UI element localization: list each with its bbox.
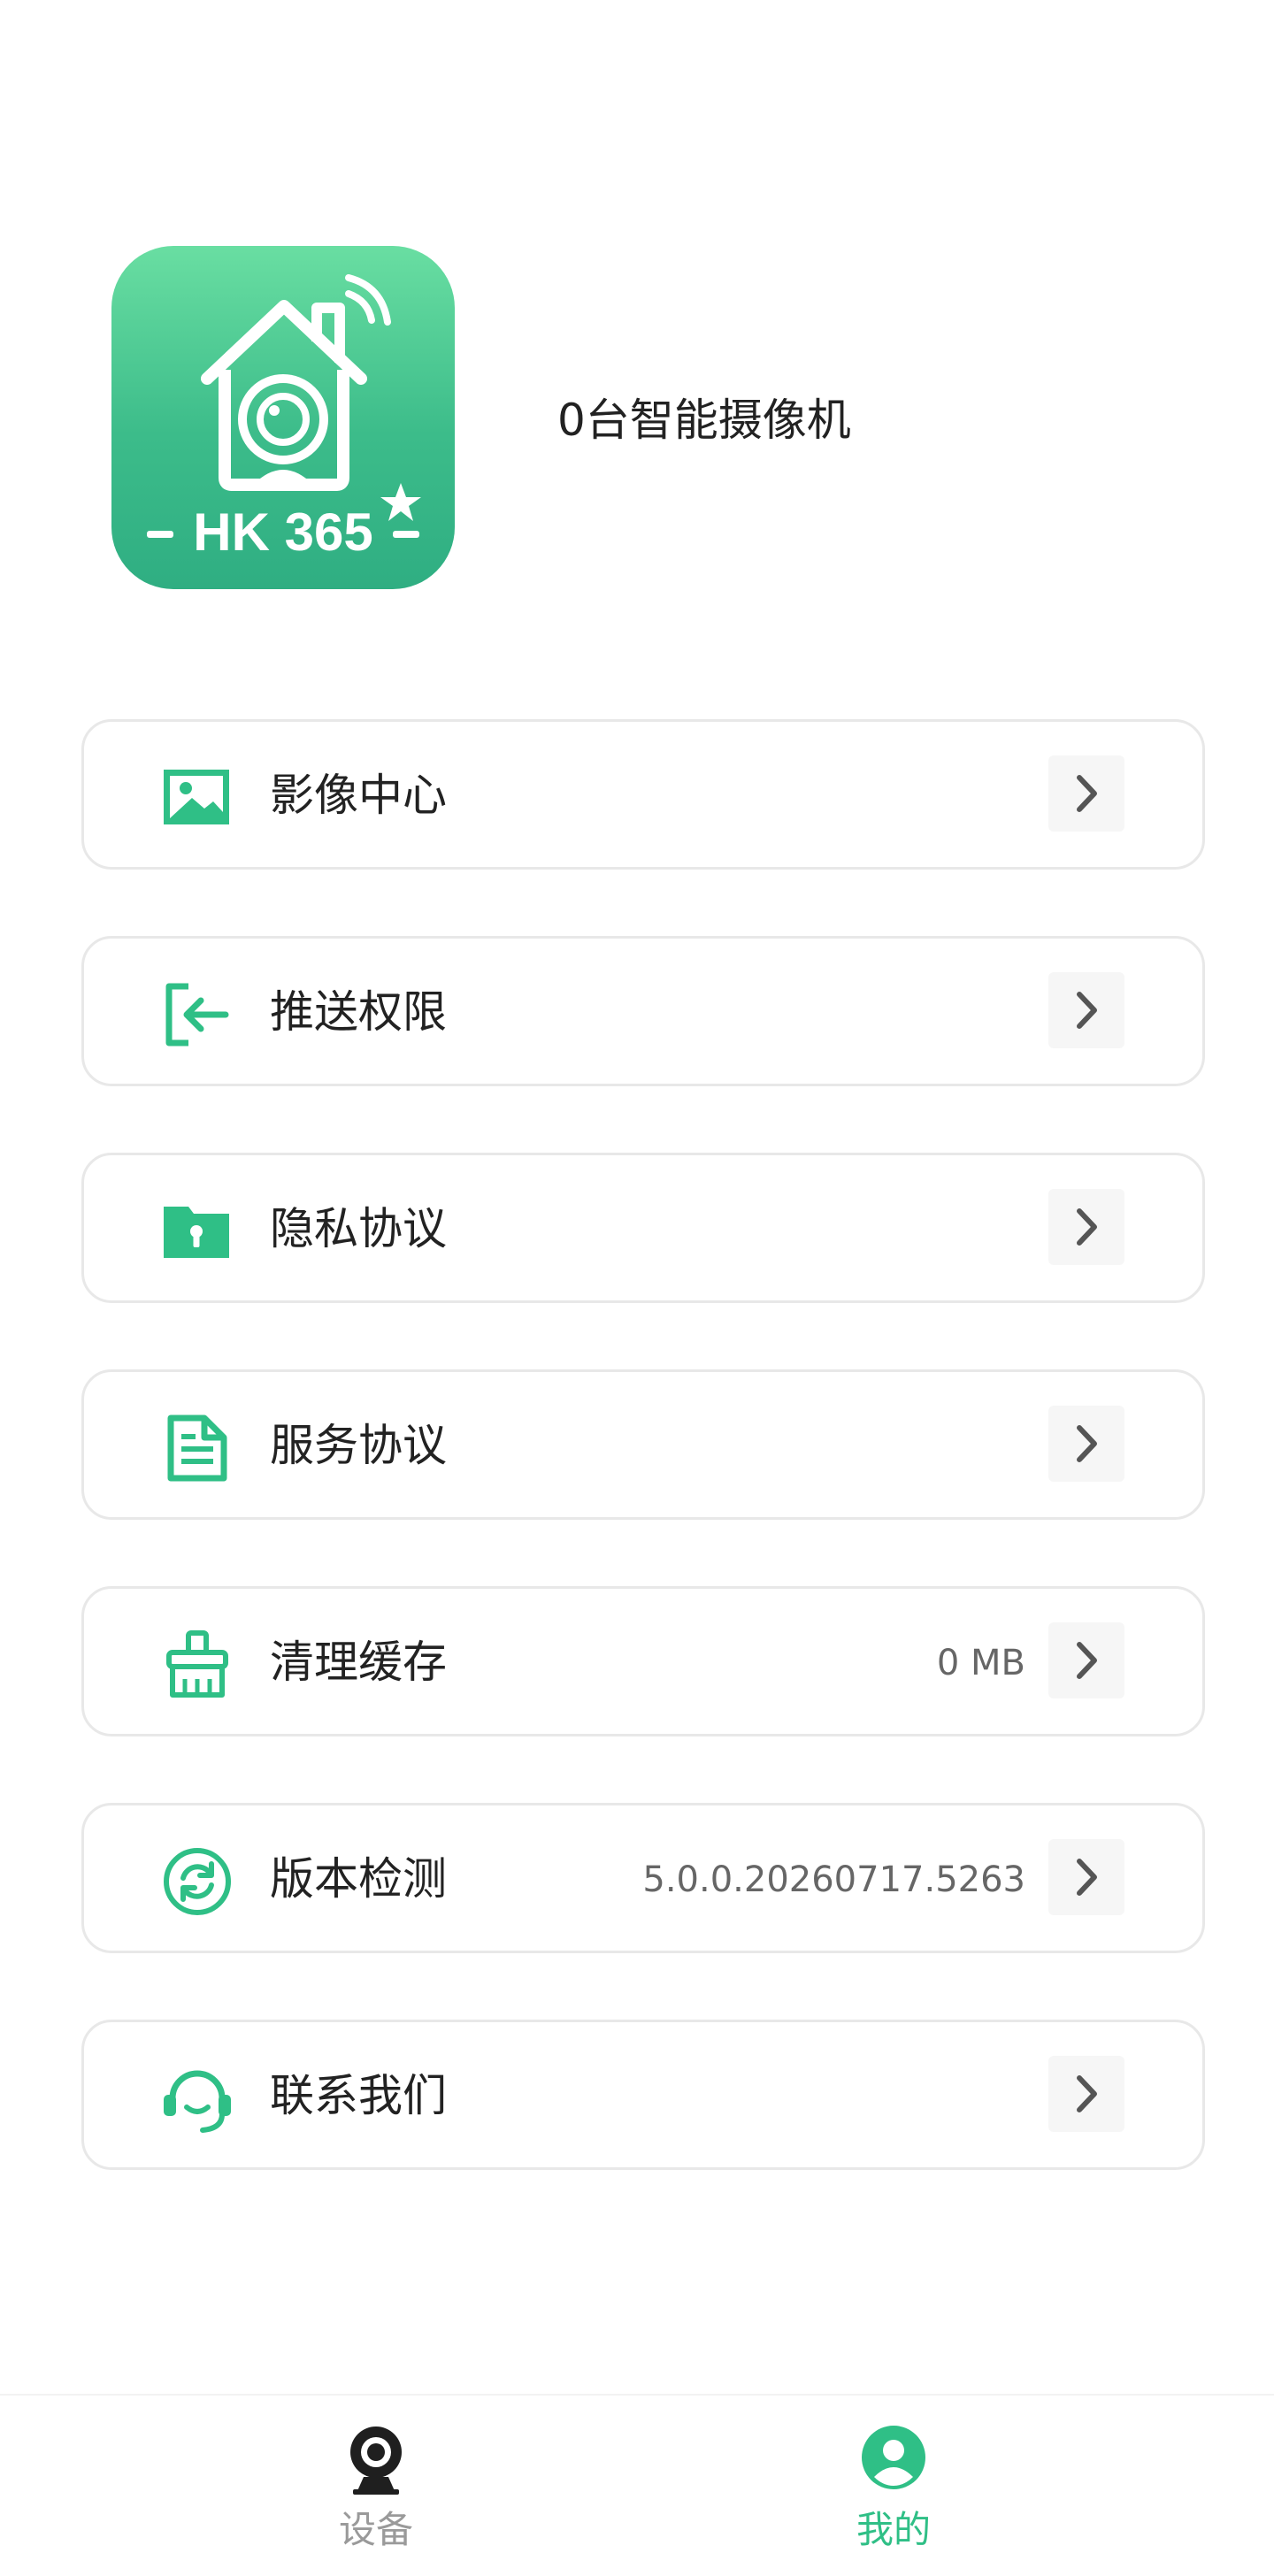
bottom-tab-bar: 设备 我的 (0, 2394, 1274, 2576)
chevron-right-icon (1048, 2056, 1124, 2132)
menu-item-label: 隐私协议 (270, 1203, 447, 1254)
menu-item-clear-cache[interactable]: 清理缓存 0 MB (81, 1586, 1205, 1736)
cache-size-value: 0 MB (936, 1643, 1025, 1683)
chevron-right-icon (1048, 972, 1124, 1048)
menu-item-label: 推送权限 (270, 986, 447, 1038)
menu-item-push-permission[interactable]: 推送权限 (81, 936, 1205, 1086)
menu-item-service-agreement[interactable]: 服务协议 (81, 1369, 1205, 1520)
menu-item-privacy-policy[interactable]: 隐私协议 (81, 1153, 1205, 1303)
menu-item-label: 影像中心 (270, 770, 447, 821)
menu-item-version-check[interactable]: 版本检测 5.0.0.20260717.5263 (81, 1803, 1205, 1953)
menu-item-media-center[interactable]: 影像中心 (81, 719, 1205, 870)
chevron-right-icon (1048, 1839, 1124, 1915)
tab-label: 我的 (856, 2508, 931, 2551)
image-icon (162, 763, 233, 833)
menu-item-label: 清理缓存 (270, 1637, 447, 1688)
refresh-icon (162, 1846, 233, 1917)
document-icon (162, 1413, 233, 1484)
tab-mine[interactable]: 我的 (575, 2396, 1212, 2576)
device-count-text: 0台智能摄像机 (557, 395, 851, 446)
menu-item-contact-us[interactable]: 联系我们 (81, 2020, 1205, 2170)
sign-in-icon (162, 979, 233, 1050)
chevron-right-icon (1048, 1189, 1124, 1265)
menu-item-label: 版本检测 (270, 1853, 447, 1905)
version-value: 5.0.0.20260717.5263 (642, 1859, 1025, 1900)
broom-icon (162, 1629, 233, 1700)
camera-icon (342, 2424, 410, 2496)
chevron-right-icon (1048, 1406, 1124, 1482)
app-logo: HK 365 (111, 246, 455, 589)
chevron-right-icon (1048, 1622, 1124, 1698)
user-icon (860, 2424, 927, 2496)
menu-item-label: 服务协议 (270, 1420, 447, 1471)
chevron-right-icon (1048, 755, 1124, 832)
logo-text: HK 365 (193, 502, 372, 562)
profile-header: HK 365 0台智能摄像机 (0, 0, 1274, 672)
locked-folder-icon (162, 1196, 233, 1267)
menu-item-label: 联系我们 (270, 2070, 447, 2121)
headset-icon (162, 2063, 233, 2134)
